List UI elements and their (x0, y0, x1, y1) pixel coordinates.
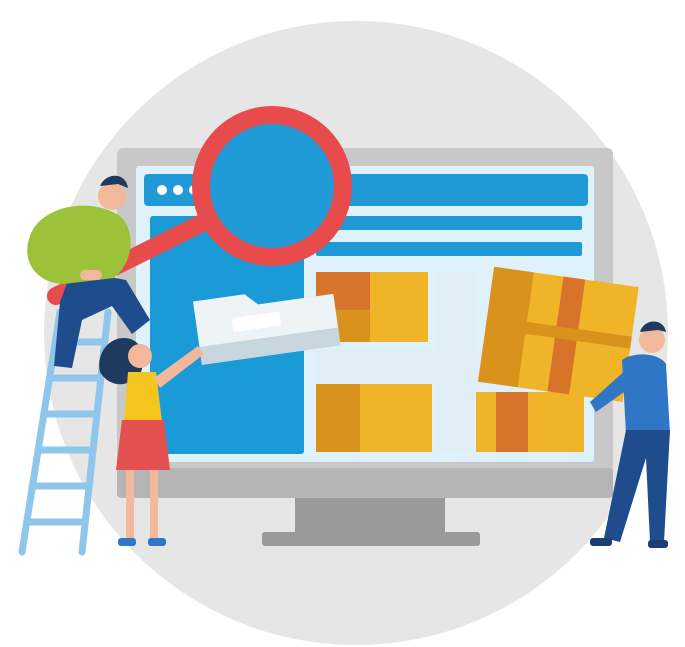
monitor-chin (117, 468, 613, 498)
monitor-stand-base (262, 532, 480, 546)
window-dot-icon (173, 185, 183, 195)
window-dot-icon (157, 185, 167, 195)
content-line (316, 216, 582, 230)
monitor-stand-neck (295, 492, 445, 538)
illustration-canvas (0, 0, 685, 647)
content-line (316, 242, 582, 256)
